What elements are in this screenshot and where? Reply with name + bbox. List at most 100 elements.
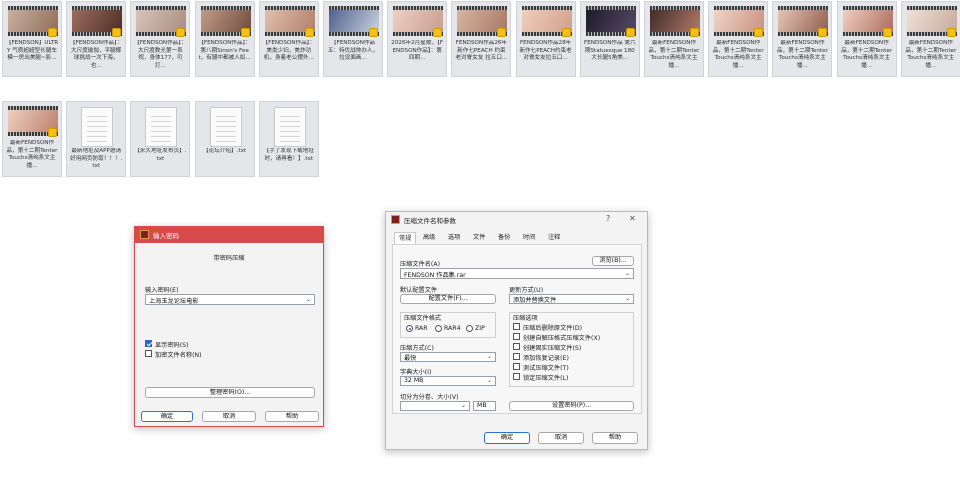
lock-badge-icon — [690, 28, 699, 37]
video-file-item[interactable]: 最新FENDSON作品，第十二期Tenter Touchs清纯系文主播... — [708, 1, 769, 77]
cancel-button[interactable]: 取消 — [538, 432, 584, 444]
split-unit-select[interactable]: MB — [473, 401, 496, 411]
dict-select[interactable]: 32 MB ⌄ — [400, 376, 496, 386]
film-strip — [200, 6, 251, 10]
cancel-button[interactable]: 取消 — [202, 411, 256, 422]
tab-3[interactable]: 文件 — [469, 232, 489, 244]
encrypt-names-checkbox[interactable] — [145, 350, 152, 357]
video-file-item[interactable]: 【FENDSON】ULTRY 气质超超型长腿车模一房出美腿~影... — [2, 1, 62, 77]
film-strip — [8, 106, 58, 110]
password-dialog-heading: 带密码压缩 — [213, 255, 245, 262]
set-password-button[interactable]: 设置密码(P)... — [509, 401, 634, 411]
update-mode-label: 更新方式(U) — [509, 287, 544, 294]
chevron-down-icon[interactable]: ⌄ — [461, 402, 466, 409]
option-checkbox[interactable] — [513, 343, 520, 350]
lock-badge-icon — [433, 28, 443, 37]
format-radio-zip[interactable] — [466, 325, 473, 332]
password-input[interactable]: 上海玉龙论坛电影 ⌄ — [145, 294, 315, 305]
video-file-item[interactable]: 最新FENDSON作品，第十二期Tenter Touchs清纯系文主播... — [644, 1, 704, 77]
chevron-down-icon[interactable]: ⌄ — [487, 353, 492, 360]
option-label: 添加恢复记录(E) — [523, 355, 569, 362]
text-file-item[interactable]: 【论坛介绍】.txt — [194, 101, 255, 177]
video-file-item[interactable]: 最新FENDSON作品，第十二期Tenter Touchs清纯系文主播... — [2, 101, 62, 177]
file-name: 最新FENDSON作品，第十二期Tenter Touchs清纯系文主播... — [6, 140, 58, 169]
ok-button[interactable]: 确定 — [484, 432, 530, 444]
option-label: 锁定压缩文件(L) — [523, 375, 569, 382]
video-file-item[interactable]: 【FENDSON作品五：特优战帅办人，拉设面画... — [323, 1, 383, 77]
lock-badge-icon — [882, 28, 892, 37]
file-name: 最新FENDSON作品，第十二期Tenter Touchs清纯系文主播... — [841, 40, 893, 69]
tab-4[interactable]: 备份 — [494, 232, 514, 244]
method-select[interactable]: 最快 ⌄ — [400, 352, 496, 362]
archive-name-label: 压缩文件名(A) — [400, 261, 440, 268]
file-name: 最新FENDSON作品，第十二期Tenter Touchs清纯系文主播... — [776, 40, 828, 69]
tab-1[interactable]: 高级 — [419, 232, 439, 244]
file-name: 【FENDSON作品五：特优战帅办人，拉设面画... — [327, 40, 379, 62]
video-file-item[interactable]: 最新FENDSON作品，第十二期Tenter Touchs清纯系文主播... — [772, 1, 833, 77]
video-file-item[interactable]: 【FENDSON作品】：美类少妇，美炸功机，身着老公摆外... — [258, 1, 319, 77]
chevron-down-icon[interactable]: ⌄ — [625, 295, 630, 302]
video-file-item[interactable]: 【FENDSON作品】：大尺度瑜伽，平腿椰球挑战一次下海，也... — [66, 1, 127, 77]
film-strip — [264, 6, 315, 10]
text-file-item[interactable]: 【手了发现下载地址时，请再看！】.txt — [258, 101, 319, 177]
archive-name-input[interactable]: FENDSON 作品集.rar ⌄ — [400, 268, 634, 279]
lock-badge-icon — [818, 28, 828, 37]
film-strip — [72, 6, 123, 10]
video-file-item[interactable]: FENDSON作品28年新作七PEACH约束老对脊女友拉五口... — [515, 1, 576, 77]
video-file-item[interactable]: 【FENDSON作品】：大尺度教光第一系视，身体177，可打... — [130, 1, 191, 77]
option-checkbox[interactable] — [513, 323, 520, 330]
update-mode-select[interactable]: 添加并替换文件 ⌄ — [509, 294, 634, 304]
text-file-item[interactable]: 最新地址及APP邀请好用网页防取！！！.txt — [66, 101, 127, 177]
file-name: 最新地址及APP邀请好用网页防取！！！.txt — [70, 148, 123, 170]
video-file-item[interactable]: 最新FENDSON作品，第十二期Tenter Touchs清纯系文主播... — [900, 1, 960, 77]
help-button[interactable]: 帮助 — [592, 432, 638, 444]
split-size-input[interactable]: ⌄ — [400, 401, 470, 411]
chevron-down-icon[interactable]: ⌄ — [487, 377, 492, 384]
video-file-item[interactable]: FENDSON作品 第六期Statuesque 180 大长腿5角美... — [579, 1, 640, 77]
lock-badge-icon — [561, 28, 571, 37]
lock-badge-icon — [369, 28, 378, 37]
film-strip — [650, 6, 700, 10]
option-checkbox[interactable] — [513, 373, 520, 380]
tab-2[interactable]: 选项 — [444, 232, 464, 244]
chevron-down-icon[interactable]: ⌄ — [306, 296, 311, 303]
film-strip — [842, 6, 893, 10]
options-label: 压缩选项 — [513, 315, 538, 322]
help-icon[interactable]: ? — [606, 214, 610, 223]
tab-6[interactable]: 注释 — [544, 232, 564, 244]
file-name: 最新FENDSON作品，第十二期Tenter Touchs清纯系文主播... — [648, 40, 700, 69]
archive-dialog: 压缩文件名和参数 ? ✕ 常规 高级 选项 文件 备份 时间 注释 压缩文件名(A) 浏览(… — [385, 211, 648, 450]
tab-5[interactable]: 时间 — [519, 232, 539, 244]
browse-button[interactable]: 浏览(B)... — [592, 256, 634, 266]
winrar-icon — [140, 230, 149, 239]
lock-badge-icon — [48, 28, 57, 37]
password-value: 上海玉龙论坛电影 — [149, 298, 199, 305]
lock-badge-icon — [176, 28, 186, 37]
option-checkbox[interactable] — [513, 333, 520, 340]
winrar-icon — [391, 215, 400, 224]
video-file-item[interactable]: FENDSON作品26年新作七PEACH 约束老对脊女友 拉五口... — [451, 1, 512, 77]
chevron-down-icon[interactable]: ⌄ — [625, 270, 630, 277]
film-strip — [136, 6, 187, 10]
manage-passwords-button[interactable]: 整理密码(O)... — [145, 387, 315, 398]
video-file-item[interactable]: 最新FENDSON作品，第十二期Tenter Touchs清纯系文主播... — [836, 1, 897, 77]
option-checkbox[interactable] — [513, 353, 520, 360]
password-dialog: 输入密码 带密码压缩 输入密码(E) 上海玉龙论坛电影 ⌄ 显示密码(S) 加密… — [134, 226, 324, 427]
archive-dialog-titlebar: 压缩文件名和参数 ? ✕ — [386, 212, 647, 228]
file-name: FENDSON作品28年新作七PEACH约束老对脊女友拉五口... — [519, 40, 572, 62]
show-password-checkbox[interactable] — [145, 340, 152, 347]
lock-badge-icon — [304, 28, 314, 37]
option-label: 压缩后删除原文件(D) — [523, 325, 583, 332]
profile-button[interactable]: 配置文件(F)... — [400, 294, 496, 304]
format-radio-rar4[interactable] — [435, 325, 442, 332]
close-icon[interactable]: ✕ — [629, 214, 636, 223]
ok-button[interactable]: 确定 — [141, 411, 193, 422]
video-file-item[interactable]: 2026年2月星歌，【FENDSON作品】：第四期... — [387, 1, 448, 77]
option-checkbox[interactable] — [513, 363, 520, 370]
video-file-item[interactable]: 【FENDSON作品】：第八期Sinon's Feet，有腿中都被人如... — [194, 1, 255, 77]
film-strip — [329, 6, 379, 10]
encrypt-names-label: 加密文件名称(N) — [155, 352, 202, 359]
format-radio-rar[interactable] — [406, 325, 413, 332]
text-file-item[interactable]: 【永久地址发布页】.txt — [130, 101, 191, 177]
help-button[interactable]: 帮助 — [265, 411, 319, 422]
